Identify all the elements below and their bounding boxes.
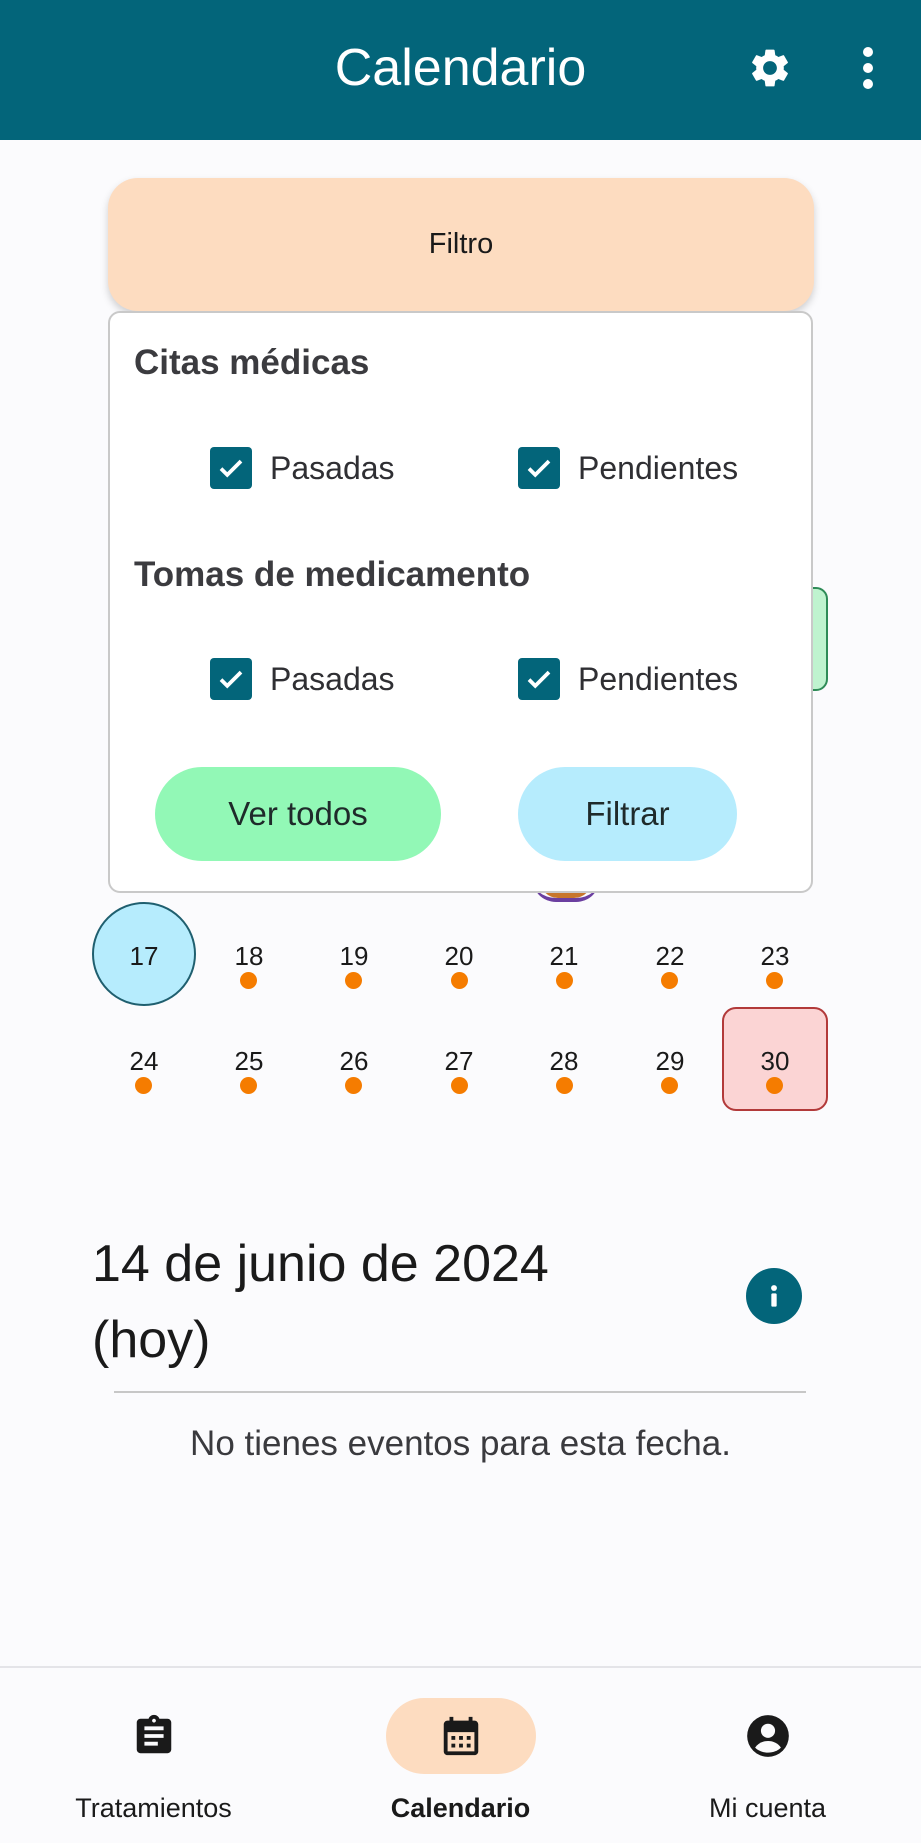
info-button[interactable] bbox=[746, 1268, 802, 1324]
option-label: Pasadas bbox=[270, 660, 395, 697]
event-dot bbox=[451, 1077, 468, 1094]
event-dot bbox=[556, 972, 573, 989]
check-icon bbox=[219, 670, 243, 689]
event-dot bbox=[240, 1077, 257, 1094]
calendar-day[interactable]: 24 bbox=[114, 1046, 174, 1077]
checkbox-checked[interactable] bbox=[518, 658, 560, 700]
calendar-day[interactable]: 27 bbox=[429, 1046, 489, 1077]
more-options-button[interactable] bbox=[843, 38, 893, 98]
event-dot bbox=[661, 1077, 678, 1094]
event-dot bbox=[451, 972, 468, 989]
gear-icon bbox=[752, 49, 788, 87]
event-dot bbox=[556, 1077, 573, 1094]
check-icon bbox=[527, 459, 551, 478]
bottom-navigation: Tratamientos Calendario Mi cuenta bbox=[0, 1666, 921, 1843]
option-label: Pendientes bbox=[578, 660, 739, 697]
app-bar: Calendario bbox=[0, 0, 921, 140]
nav-item-account[interactable]: Mi cuenta bbox=[614, 1668, 921, 1843]
event-dot bbox=[661, 972, 678, 989]
calendar-icon bbox=[443, 1716, 478, 1756]
clipboard-icon bbox=[136, 1714, 171, 1754]
calendar-day-30[interactable]: 30 bbox=[745, 1046, 805, 1077]
nav-icon-container-active bbox=[385, 1698, 536, 1774]
event-dot bbox=[766, 1077, 783, 1094]
medication-pending-option[interactable]: Pendientes bbox=[518, 658, 738, 700]
calendar-day[interactable]: 19 bbox=[324, 941, 384, 972]
calendar-day[interactable]: 22 bbox=[640, 941, 700, 972]
calendar-day[interactable]: 25 bbox=[219, 1046, 279, 1077]
calendar-day[interactable]: 23 bbox=[745, 941, 805, 972]
account-circle-icon bbox=[746, 1715, 789, 1757]
view-all-button[interactable]: Ver todos bbox=[155, 767, 441, 861]
appointments-past-option[interactable]: Pasadas bbox=[210, 447, 395, 489]
filter-button[interactable]: Filtro bbox=[108, 178, 814, 311]
event-dot bbox=[766, 972, 783, 989]
nav-label: Mi cuenta bbox=[708, 1793, 827, 1823]
calendar-day[interactable]: 28 bbox=[534, 1046, 594, 1077]
medication-past-option[interactable]: Pasadas bbox=[210, 658, 395, 700]
date-today-label: (hoy) bbox=[92, 1311, 211, 1369]
appointments-pending-option[interactable]: Pendientes bbox=[518, 447, 738, 489]
event-dot bbox=[135, 1077, 152, 1094]
nav-label: Calendario bbox=[390, 1793, 531, 1823]
section-title-medication: Tomas de medicamento bbox=[134, 555, 531, 594]
calendar-day-17[interactable]: 17 bbox=[114, 941, 174, 972]
calendar-day[interactable]: 20 bbox=[429, 941, 489, 972]
option-label: Pendientes bbox=[578, 449, 739, 486]
calendar-day[interactable]: 21 bbox=[534, 941, 594, 972]
checkbox-checked[interactable] bbox=[210, 447, 252, 489]
filter-panel: Citas médicas Pasadas Pendientes Tomas d… bbox=[108, 311, 813, 893]
check-icon bbox=[527, 670, 551, 689]
divider bbox=[114, 1391, 806, 1393]
calendar-day[interactable]: 18 bbox=[219, 941, 279, 972]
option-label: Pasadas bbox=[270, 449, 395, 486]
nav-item-calendar[interactable]: Calendario bbox=[307, 1668, 614, 1843]
checkbox-checked[interactable] bbox=[518, 447, 560, 489]
nav-item-treatments[interactable]: Tratamientos bbox=[0, 1668, 307, 1843]
event-dot bbox=[240, 972, 257, 989]
settings-button[interactable] bbox=[740, 38, 800, 98]
event-dot bbox=[345, 972, 362, 989]
section-title-appointments: Citas médicas bbox=[134, 343, 370, 382]
calendar-day[interactable]: 26 bbox=[324, 1046, 384, 1077]
info-icon bbox=[771, 1285, 777, 1307]
date-text: 14 de junio de 2024 bbox=[92, 1235, 549, 1293]
event-dot bbox=[345, 1077, 362, 1094]
nav-icon-container bbox=[693, 1698, 843, 1774]
empty-events-message: No tienes eventos para esta fecha. bbox=[190, 1424, 731, 1463]
more-vert-icon bbox=[863, 47, 873, 89]
apply-filter-button[interactable]: Filtrar bbox=[518, 767, 737, 861]
selected-date-heading: 14 de junio de 2024 (hoy) bbox=[92, 1226, 652, 1378]
nav-label: Tratamientos bbox=[75, 1793, 232, 1823]
check-icon bbox=[219, 459, 243, 478]
nav-icon-container bbox=[79, 1698, 229, 1774]
checkbox-checked[interactable] bbox=[210, 658, 252, 700]
calendar-day[interactable]: 29 bbox=[640, 1046, 700, 1077]
